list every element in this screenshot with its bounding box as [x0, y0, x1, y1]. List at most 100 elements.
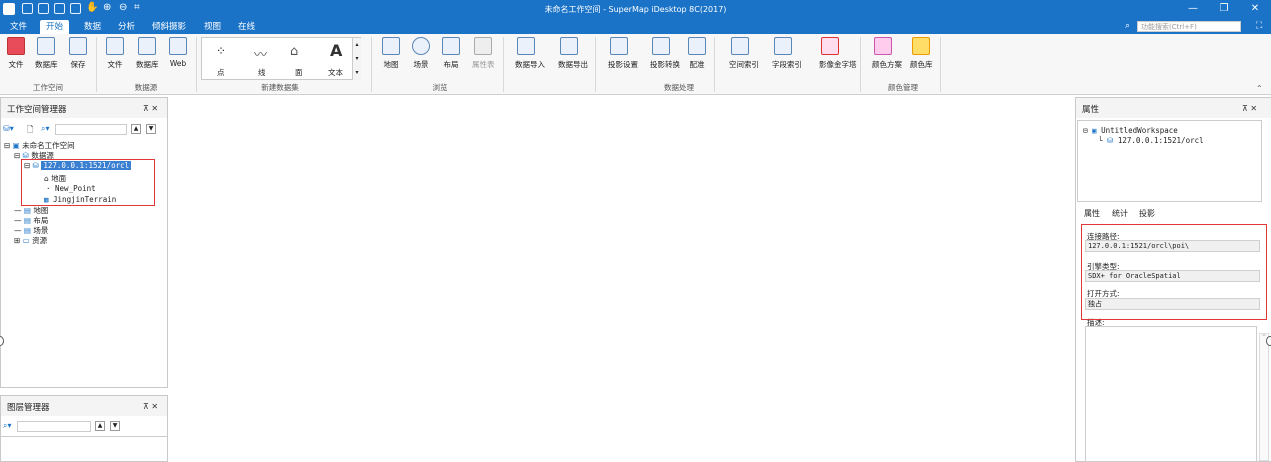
import-button[interactable]: 数据导入: [515, 37, 545, 70]
colorgrid-icon: [912, 37, 930, 55]
tab-projection[interactable]: 投影: [1139, 208, 1155, 219]
file-open-button[interactable]: 文件: [5, 37, 27, 70]
divider: [196, 37, 197, 92]
fieldidx-button[interactable]: 字段索引: [772, 37, 802, 70]
ws-search-input[interactable]: [55, 124, 127, 135]
pyramid-button[interactable]: 影像金字塔: [819, 37, 857, 70]
database-open-button[interactable]: 数据库: [35, 37, 58, 70]
workspace-manager-panel: 工作空间管理器 ⊼ ✕ ⛁▾ 🗋 ⌕▾ ▲ ▼ ⊟ ▣ 未命名工作空间 ⊟ ⛁ …: [0, 97, 168, 388]
tree-resources[interactable]: ⊞ ▭ 资源: [14, 235, 47, 246]
ds-web-button[interactable]: Web: [167, 37, 189, 68]
prop-tree-child[interactable]: └ ⛁ 127.0.0.1:1521/orcl: [1098, 136, 1204, 145]
tab-analysis[interactable]: 分析: [112, 20, 141, 34]
expand-icon[interactable]: ⛶: [1256, 21, 1262, 31]
map-icon: [382, 37, 400, 55]
tab-properties[interactable]: 属性: [1084, 208, 1100, 219]
divider: [96, 37, 97, 92]
text-label: 文本: [328, 68, 343, 77]
globe-icon: [412, 37, 430, 55]
file-open-icon: [7, 37, 25, 55]
down-icon[interactable]: ▼: [146, 124, 156, 134]
colortable-button[interactable]: 颜色库: [910, 37, 933, 70]
line-icon[interactable]: 〰: [254, 44, 267, 63]
new-dataset-gallery: ⁘ 点 〰 线 ⌂ 面 A 文本 ▴ ▾ ▾: [201, 37, 361, 80]
database-icon: [37, 37, 55, 55]
ds-database-button[interactable]: 数据库: [136, 37, 159, 70]
tab-statistics[interactable]: 统计: [1112, 208, 1128, 219]
tab-start[interactable]: 开始: [40, 20, 70, 34]
resize-handle-right[interactable]: [1266, 336, 1271, 346]
divider: [503, 37, 504, 92]
point-icon[interactable]: ⁘: [216, 44, 226, 58]
web-icon: [169, 37, 187, 55]
text-icon[interactable]: A: [330, 41, 342, 60]
point-label: 点: [217, 68, 225, 77]
layout-folder-icon: ▤: [23, 216, 31, 225]
shuffle-icon: [652, 37, 670, 55]
properties-tree-box: ⊟ ▣ UntitledWorkspace └ ⛁ 127.0.0.1:1521…: [1077, 120, 1262, 202]
layer-search-input[interactable]: [17, 421, 91, 432]
up-icon[interactable]: ▲: [131, 124, 141, 134]
region-label: 面: [295, 68, 303, 77]
search-icon[interactable]: ⌕▾: [41, 124, 50, 134]
attrtable-button[interactable]: 属性表: [472, 37, 495, 70]
down-icon[interactable]: ▼: [110, 421, 120, 431]
group-colormgmt: 颜色管理: [888, 83, 918, 92]
up-icon[interactable]: ▲: [95, 421, 105, 431]
layer-list: [1, 436, 167, 437]
layout-button[interactable]: 布局: [440, 37, 462, 70]
group-browse: 浏览: [432, 83, 448, 92]
new-doc-icon[interactable]: 🗋: [27, 124, 33, 138]
prop-scrollbar[interactable]: ^: [1259, 333, 1269, 461]
restore-button[interactable]: ❐: [1214, 2, 1234, 16]
search-icon: ⌕: [1125, 21, 1131, 31]
tab-file[interactable]: 文件: [4, 20, 33, 34]
workspace-icon: ▣: [12, 141, 20, 150]
tab-online[interactable]: 在线: [232, 20, 261, 34]
export-icon: [560, 37, 578, 55]
tab-oblique[interactable]: 倾斜摄影: [146, 20, 192, 34]
map-button[interactable]: 地图: [380, 37, 402, 70]
pin-close-icon[interactable]: ⊼ ✕: [143, 104, 158, 113]
search-input[interactable]: 功能搜索(Ctrl+F): [1137, 21, 1241, 32]
close-button[interactable]: ✕: [1245, 2, 1265, 16]
tab-view[interactable]: 视图: [198, 20, 227, 34]
description-textarea[interactable]: [1085, 326, 1257, 462]
minimize-button[interactable]: —: [1183, 2, 1203, 16]
ds-file-icon: [106, 37, 124, 55]
region-icon[interactable]: ⌂: [290, 44, 298, 59]
spatialidx-button[interactable]: 空间索引: [729, 37, 759, 70]
highlight-box: [21, 159, 155, 206]
projconv-button[interactable]: 投影转换: [650, 37, 680, 70]
group-workspace: 工作空间: [33, 83, 63, 92]
colorscheme-button[interactable]: 颜色方案: [872, 37, 902, 70]
register-icon: [688, 37, 706, 55]
db-icon: ⛁: [1107, 136, 1114, 145]
divider: [860, 37, 861, 92]
ribbon-collapse-icon[interactable]: ⌃: [1256, 84, 1263, 93]
gallery-scrollbar[interactable]: ▴ ▾ ▾: [352, 38, 361, 80]
pin-close-icon[interactable]: ⊼ ✕: [143, 402, 158, 411]
projset-button[interactable]: 投影设置: [608, 37, 638, 70]
workspace-icon: ▣: [1092, 126, 1097, 135]
search-icon[interactable]: ⌕▾: [3, 421, 12, 431]
register-button[interactable]: 配准: [686, 37, 708, 70]
group-dataproc: 数据处理: [664, 83, 694, 92]
open-ds-icon[interactable]: ⛁▾: [3, 124, 14, 133]
hierarchy-icon: [731, 37, 749, 55]
projection-icon: [610, 37, 628, 55]
export-button[interactable]: 数据导出: [558, 37, 588, 70]
highlight-box: [1081, 224, 1267, 320]
layer-toolbar: ⌕▾ ▲ ▼: [3, 421, 163, 433]
tab-data[interactable]: 数据: [78, 20, 107, 34]
group-newdataset: 新建数据集: [261, 83, 299, 92]
save-button[interactable]: 保存: [67, 37, 89, 70]
scene-button[interactable]: 场景: [410, 37, 432, 70]
scene-folder-icon: ▤: [23, 226, 31, 235]
layout-icon: [442, 37, 460, 55]
ds-file-button[interactable]: 文件: [104, 37, 126, 70]
import-icon: [517, 37, 535, 55]
pin-close-icon[interactable]: ⊼ ✕: [1242, 104, 1257, 113]
panel-title: 图层管理器: [7, 403, 50, 413]
prop-tree-root[interactable]: ⊟ ▣ UntitledWorkspace: [1083, 126, 1178, 135]
